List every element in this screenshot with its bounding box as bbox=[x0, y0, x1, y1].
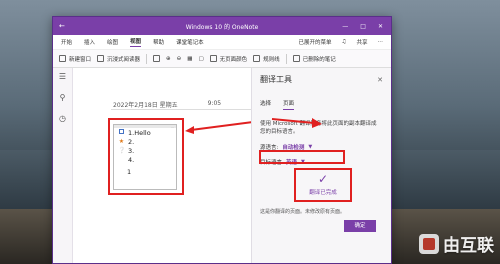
immersive-reader-button[interactable]: 沉浸式阅读器 bbox=[97, 55, 140, 63]
zoom-100-icon: ▦ bbox=[187, 55, 193, 62]
tab-view[interactable]: 视图 bbox=[130, 37, 142, 47]
notebooks-icon[interactable]: ☰ bbox=[59, 72, 66, 81]
zoom-out-icon: ⊖ bbox=[176, 55, 182, 62]
tab-insert[interactable]: 插入 bbox=[84, 38, 95, 46]
page-datetime: 2022年2月18日 星期五 9:05 bbox=[113, 100, 221, 109]
done-text: 翻译已完成 bbox=[309, 190, 337, 196]
rule-lines-button[interactable]: 规则线 bbox=[253, 55, 280, 63]
highlight-frame-note bbox=[108, 118, 184, 195]
translator-pane: 翻译工具 ✕ 选择 页面 使用 Microsoft 翻译服务将此页面的副本翻译成… bbox=[251, 68, 391, 263]
left-rail: ☰ ⚲ ◷ bbox=[53, 68, 73, 263]
share-button[interactable]: 共享 bbox=[356, 38, 367, 46]
main-area: ☰ ⚲ ◷ 2022年2月18日 星期五 9:05 … 1.Hello ★ 2. bbox=[53, 68, 391, 263]
zoom-100-button[interactable]: ▦ bbox=[187, 56, 192, 62]
titlebar: ← Windows 10 的 OneNote — □ ✕ bbox=[53, 17, 391, 35]
minimize-icon[interactable]: — bbox=[342, 23, 348, 30]
tab-help[interactable]: 帮助 bbox=[153, 38, 164, 46]
pane-tabs: 选择 页面 bbox=[260, 99, 383, 110]
tab-draw[interactable]: 绘图 bbox=[107, 38, 118, 46]
deleted-notes-button[interactable]: 已删除的笔记 bbox=[292, 55, 336, 63]
tab-class-notebook[interactable]: 课堂笔记本 bbox=[176, 38, 204, 46]
window-title: Windows 10 的 OneNote bbox=[185, 23, 259, 31]
trash-icon bbox=[292, 55, 300, 62]
reader-icon bbox=[97, 55, 105, 62]
pane-title: 翻译工具 bbox=[260, 75, 292, 84]
annotation-arrow-note bbox=[185, 121, 254, 134]
new-window-button[interactable]: 新建窗口 bbox=[59, 55, 91, 63]
page-color-icon bbox=[209, 55, 217, 62]
zoom-button[interactable] bbox=[153, 55, 161, 62]
zoom-in-button[interactable]: ⊕ bbox=[166, 56, 171, 62]
page-color-button[interactable]: 无页面颜色 bbox=[209, 55, 247, 63]
page-date: 2022年2月18日 星期五 bbox=[113, 102, 178, 109]
page-width-icon: ▢ bbox=[198, 55, 204, 62]
toolbar: 新建窗口 沉浸式阅读器 ⊕ ⊖ ▦ ▢ 无页面颜色 规则线 已删除的笔记 bbox=[53, 50, 391, 68]
zoom-in-icon: ⊕ bbox=[166, 55, 171, 62]
more-icon[interactable]: ⋯ bbox=[378, 39, 384, 45]
rule-lines-icon bbox=[253, 55, 261, 62]
new-window-icon bbox=[59, 55, 66, 62]
onenote-window: ← Windows 10 的 OneNote — □ ✕ 开始 插入 绘图 视图… bbox=[52, 16, 392, 264]
tab-home[interactable]: 开始 bbox=[61, 38, 72, 46]
translation-done-status: ✓ 翻译已完成 bbox=[294, 168, 352, 202]
watermark: 由互联 bbox=[419, 231, 494, 256]
annotation-arrow-done bbox=[271, 118, 322, 128]
close-icon[interactable]: ✕ bbox=[378, 23, 383, 30]
confirm-button[interactable]: 确定 bbox=[344, 220, 376, 232]
page-time: 9:05 bbox=[207, 100, 222, 107]
pane-note: 这是你翻译的页面。未修改原有页面。 bbox=[260, 209, 346, 215]
tab-page[interactable]: 页面 bbox=[283, 99, 295, 110]
highlight-frame-language bbox=[259, 150, 345, 164]
zoom-icon bbox=[153, 55, 161, 62]
maximize-icon[interactable]: □ bbox=[360, 23, 366, 30]
close-pane-icon[interactable]: ✕ bbox=[377, 76, 383, 84]
watermark-logo-icon bbox=[419, 233, 439, 254]
search-icon[interactable]: ⚲ bbox=[60, 93, 66, 102]
recent-icon[interactable]: ◷ bbox=[59, 114, 66, 123]
watermark-text: 由互联 bbox=[443, 236, 494, 256]
page-width-button[interactable]: ▢ bbox=[198, 56, 203, 62]
tab-selection[interactable]: 选择 bbox=[260, 99, 271, 110]
bell-icon[interactable]: ♫ bbox=[342, 39, 347, 45]
expanded-menu-toggle[interactable]: 已展开的菜单 bbox=[299, 38, 332, 46]
ribbon-tabs: 开始 插入 绘图 视图 帮助 课堂笔记本 已展开的菜单 ♫ 共享 ⋯ bbox=[53, 35, 391, 50]
note-page[interactable]: 2022年2月18日 星期五 9:05 … 1.Hello ★ 2. ❔ 3. bbox=[73, 68, 291, 263]
zoom-out-button[interactable]: ⊖ bbox=[177, 56, 182, 62]
checkmark-icon: ✓ bbox=[317, 172, 329, 186]
